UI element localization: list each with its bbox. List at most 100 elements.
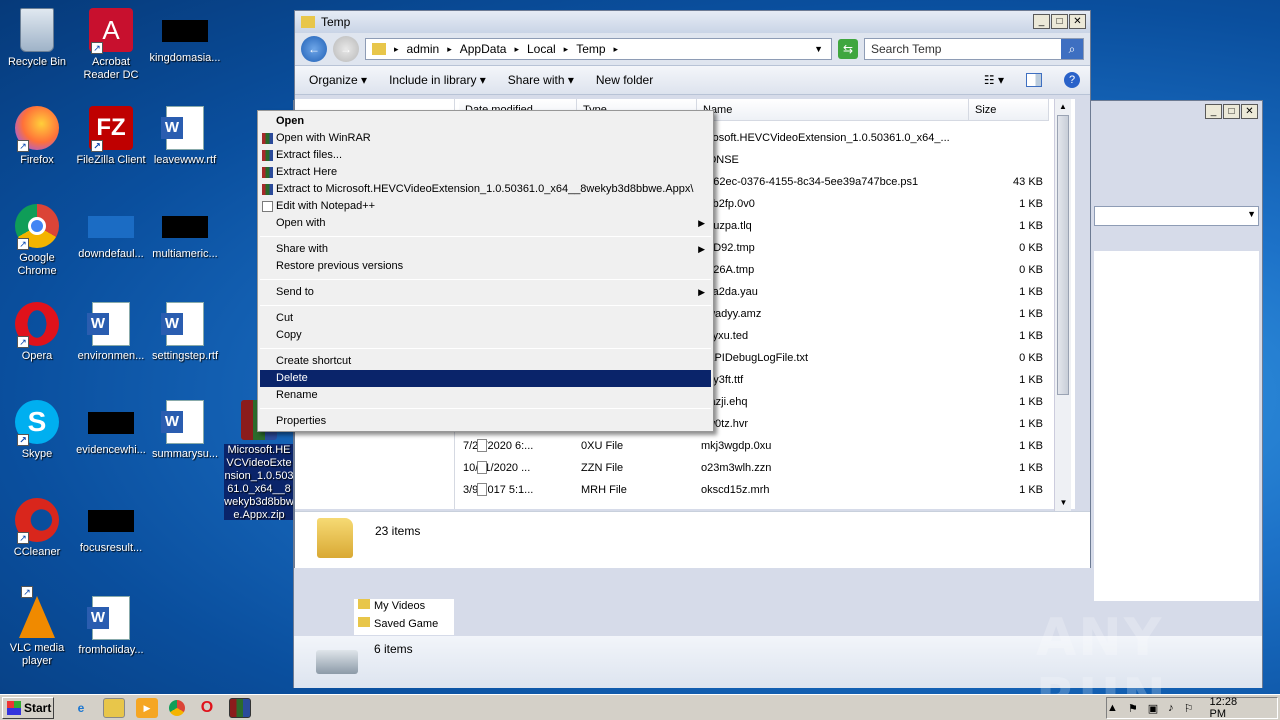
search-icon[interactable]: ⌕	[1061, 39, 1083, 59]
desktop-icon-settingstep[interactable]: settingstep.rtf	[148, 302, 222, 363]
desktop-icon-summarysu[interactable]: summarysu...	[148, 400, 222, 461]
share-with-menu[interactable]: Share with ▾	[508, 73, 574, 87]
opera-icon[interactable]: O	[196, 698, 218, 718]
menu-item-extract-here[interactable]: Extract Here	[258, 164, 713, 181]
close-button[interactable]: ✕	[1069, 14, 1086, 29]
flag-icon[interactable]: ⚑	[1128, 702, 1138, 715]
desktop-icon-opera[interactable]: ↗ Opera	[0, 302, 74, 363]
menu-item-open-with[interactable]: Open with ▶	[258, 215, 713, 232]
desktop-icon-acrobat[interactable]: A ↗ Acrobat Reader DC	[74, 8, 148, 82]
desktop-icon-recycle-bin[interactable]: Recycle Bin	[0, 8, 74, 69]
scroll-thumb[interactable]	[1057, 115, 1069, 395]
search-input[interactable]: Search Temp ⌕	[864, 38, 1084, 60]
menu-item-properties[interactable]: Properties	[258, 413, 713, 430]
column-size[interactable]: Size	[969, 99, 1049, 121]
file-cell-size[interactable]: 1 KB	[973, 281, 1043, 303]
media-player-icon[interactable]: ▶	[136, 697, 158, 718]
menu-item-cut[interactable]: Cut	[258, 310, 713, 327]
menu-item-extract-files[interactable]: Extract files...	[258, 147, 713, 164]
menu-item-send-to[interactable]: Send to ▶	[258, 284, 713, 301]
file-cell-size[interactable]: 1 KB	[973, 193, 1043, 215]
desktop-icon-multiameric[interactable]: multiameric...	[148, 204, 222, 261]
close-button[interactable]: ✕	[1241, 104, 1258, 119]
menu-item-create-shortcut[interactable]: Create shortcut	[258, 353, 713, 370]
menu-item-edit-with-notepad[interactable]: Edit with Notepad++	[258, 198, 713, 215]
nav-item-saved-games[interactable]: Saved Game	[358, 617, 438, 630]
breadcrumb-local[interactable]: Local	[527, 42, 556, 56]
help-icon[interactable]: ?	[1064, 72, 1080, 88]
clock[interactable]: 12:28 PM	[1210, 696, 1249, 720]
chevron-down-icon[interactable]: ▼	[1247, 209, 1256, 219]
preview-pane-icon[interactable]	[1026, 73, 1042, 87]
file-cell-size[interactable]: 0 KB	[973, 259, 1043, 281]
chrome-icon[interactable]	[169, 699, 185, 716]
file-explorer-icon[interactable]	[103, 697, 125, 718]
file-cell-size[interactable]	[973, 149, 1043, 171]
menu-item-extract-to-microsoft-hevcvideo[interactable]: Extract to Microsoft.HEVCVideoExtension_…	[258, 181, 713, 198]
breadcrumb-admin[interactable]: admin	[407, 42, 440, 56]
file-cell-name[interactable]: 3262ec-0376-4155-8c34-5ee39a747bce.ps1	[701, 171, 963, 193]
maximize-button[interactable]: □	[1223, 104, 1240, 119]
volume-icon[interactable]: ♪	[1168, 702, 1174, 714]
file-cell-name[interactable]: 2wadyy.amz	[701, 303, 963, 325]
maximize-button[interactable]: □	[1051, 14, 1068, 29]
menu-item-copy[interactable]: Copy	[258, 327, 713, 344]
menu-item-delete[interactable]: Delete	[260, 370, 711, 387]
desktop-icon-kingdomasia[interactable]: kingdomasia...	[148, 8, 222, 65]
file-cell-name[interactable]: II5D92.tmp	[701, 237, 963, 259]
file-cell-name[interactable]: sqa2da.yau	[701, 281, 963, 303]
file-cell-size[interactable]: 1 KB	[973, 435, 1043, 457]
desktop-icon-focusresult[interactable]: focusresult...	[74, 498, 148, 555]
file-cell-name[interactable]: o23m3wlh.zzn	[701, 457, 963, 479]
file-cell-name[interactable]: okscd15z.mrh	[701, 479, 963, 501]
forward-button[interactable]: →	[333, 36, 359, 62]
desktop-icon-ccleaner[interactable]: ↗ CCleaner	[0, 498, 74, 559]
action-center-icon[interactable]: ⚐	[1184, 702, 1194, 715]
file-cell-size[interactable]: 1 KB	[973, 413, 1043, 435]
file-cell-name[interactable]: nw0tz.hvr	[701, 413, 963, 435]
file-cell-name[interactable]: qoy3ft.ttf	[701, 369, 963, 391]
desktop-icon-firefox[interactable]: ↗ Firefox	[0, 106, 74, 167]
scroll-up-arrow[interactable]: ▲	[1055, 99, 1071, 115]
file-cell-size[interactable]: 1 KB	[973, 479, 1043, 501]
start-button[interactable]: Start	[2, 696, 54, 719]
file-cell-type[interactable]: MRH File	[581, 479, 691, 501]
menu-item-open-with-winrar[interactable]: Open with WinRAR	[258, 130, 713, 147]
file-cell-name[interactable]: PDNSE	[701, 149, 963, 171]
file-cell-type[interactable]: 0XU File	[581, 435, 691, 457]
tray-expand-icon[interactable]: ▲	[1107, 702, 1118, 714]
file-cell-size[interactable]: 43 KB	[973, 171, 1043, 193]
desktop-icon-environmen[interactable]: environmen...	[74, 302, 148, 363]
title-bar[interactable]: Temp	[295, 11, 1090, 33]
menu-item-restore-previous-versions[interactable]: Restore previous versions	[258, 258, 713, 275]
file-cell-name[interactable]: 0puzpa.tlq	[701, 215, 963, 237]
minimize-button[interactable]: _	[1033, 14, 1050, 29]
file-cell-name[interactable]: vtazji.ehq	[701, 391, 963, 413]
file-cell-size[interactable]: 1 KB	[973, 369, 1043, 391]
file-cell-name[interactable]: II326A.tmp	[701, 259, 963, 281]
view-options-icon[interactable]: ☷ ▾	[984, 73, 1004, 87]
include-in-library-menu[interactable]: Include in library ▾	[389, 73, 486, 87]
desktop-icon-vlc[interactable]: ↗ VLC media player	[0, 586, 74, 668]
file-cell-size[interactable]: 1 KB	[973, 391, 1043, 413]
menu-item-open[interactable]: Open	[258, 113, 713, 130]
file-cell-name[interactable]: 6APIDebugLogFile.txt	[701, 347, 963, 369]
breadcrumb-appdata[interactable]: AppData	[460, 42, 507, 56]
file-cell-name[interactable]: icrosoft.HEVCVideoExtension_1.0.50361.0_…	[701, 127, 963, 149]
file-cell-type[interactable]: ZZN File	[581, 457, 691, 479]
file-cell-size[interactable]: 1 KB	[973, 457, 1043, 479]
file-cell-name[interactable]: mkj3wgdp.0xu	[701, 435, 963, 457]
desktop-icon-downdefaul[interactable]: downdefaul...	[74, 204, 148, 261]
internet-explorer-icon[interactable]: e	[70, 698, 92, 718]
nav-item-my-videos[interactable]: My Videos	[358, 599, 425, 612]
organize-menu[interactable]: Organize ▾	[309, 73, 367, 87]
minimize-button[interactable]: _	[1205, 104, 1222, 119]
desktop-icon-filezilla[interactable]: FZ ↗ FileZilla Client	[74, 106, 148, 167]
desktop-icon-leavewww[interactable]: leavewww.rtf	[148, 106, 222, 167]
file-cell-size[interactable]	[973, 127, 1043, 149]
breadcrumb-temp[interactable]: Temp	[576, 42, 605, 56]
menu-item-rename[interactable]: Rename	[258, 387, 713, 404]
vertical-scrollbar[interactable]: ▲ ▼	[1054, 99, 1071, 511]
desktop-icon-chrome[interactable]: ↗ Google Chrome	[0, 204, 74, 278]
address-bar[interactable]: ▸ admin ▸ AppData ▸ Local ▸ Temp ▸ ▼	[365, 38, 832, 60]
